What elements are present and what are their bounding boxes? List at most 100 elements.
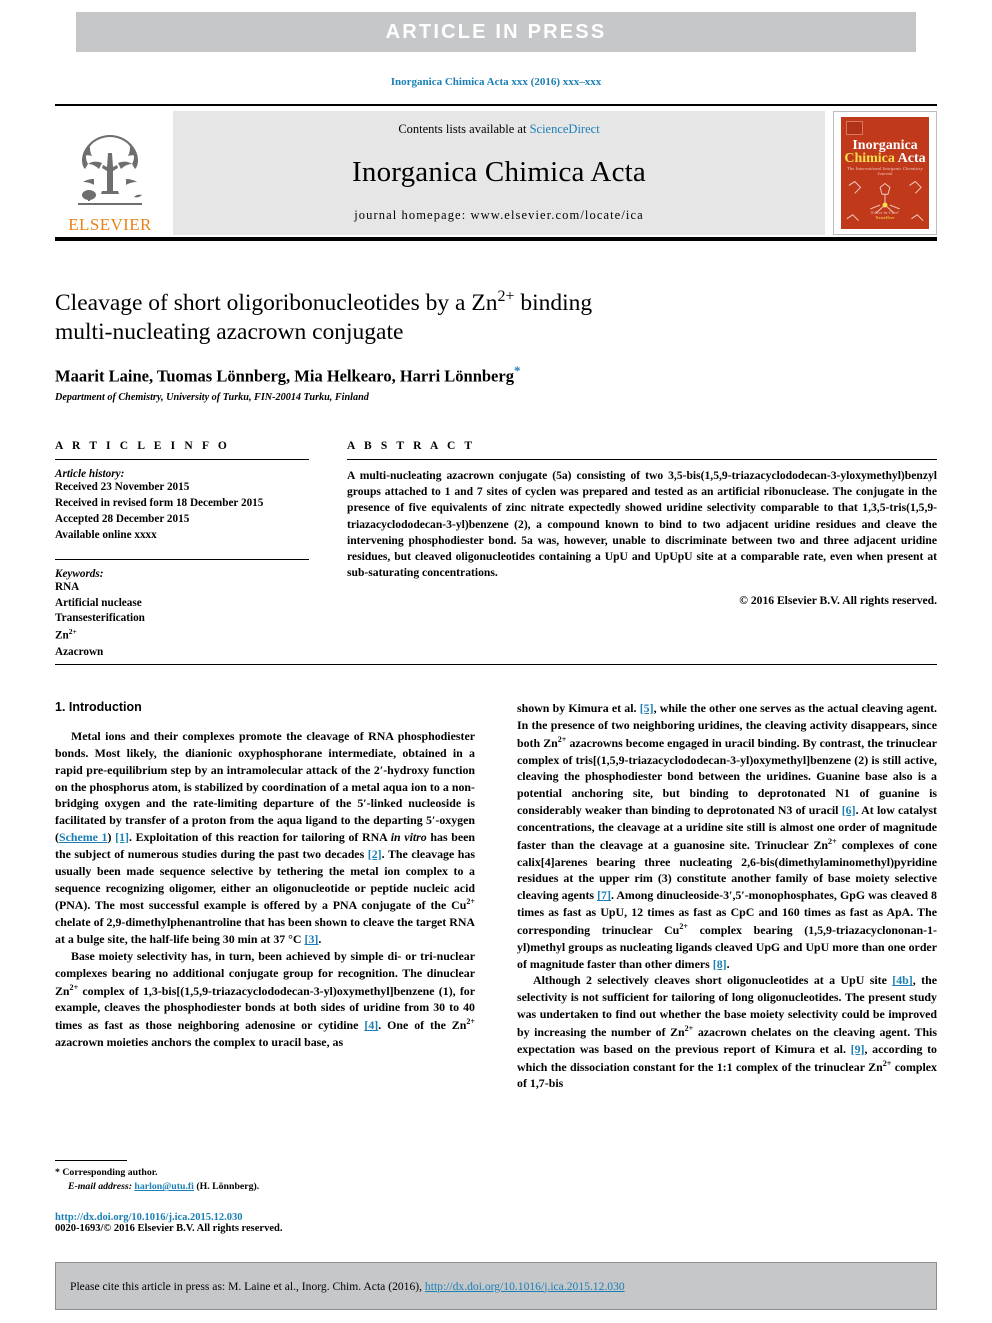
reference-link-2[interactable]: [2] [368, 847, 382, 861]
masthead-center-panel: Contents lists available at ScienceDirec… [173, 111, 825, 235]
cover-artwork: Inorganica Chimica Acta The Internationa… [841, 117, 929, 229]
abstract-compound-5a: 5a [556, 469, 568, 482]
author-affiliation: Department of Chemistry, University of T… [55, 391, 369, 403]
article-title: Cleavage of short oligoribonucleotides b… [55, 287, 705, 347]
reference-link-3[interactable]: [3] [305, 932, 319, 946]
body-left-column: 1. Introduction Metal ions and their com… [55, 700, 475, 1092]
body-columns: 1. Introduction Metal ions and their com… [55, 700, 937, 1092]
keyword-artificial-nuclease: Artificial nuclease [55, 596, 142, 609]
issn-copyright-line: 0020-1693/© 2016 Elsevier B.V. All right… [55, 1223, 283, 1235]
p1-seg-i: chelate of 2,9-dimethylphenantroline tha… [55, 915, 475, 947]
p1-seg-e: ) [107, 830, 116, 845]
journal-cover-thumbnail[interactable]: Inorganica Chimica Acta The Internationa… [833, 111, 937, 235]
masthead-top-rule [55, 104, 937, 106]
author-list: Maarit Laine, Tuomas Lönnberg, Mia Helke… [55, 363, 705, 387]
p2-seg-d: . One of the Zn [378, 1018, 467, 1033]
email-owner: (H. Lönnberg). [196, 1181, 260, 1193]
keywords-rule [55, 558, 309, 560]
abstract-column: A B S T R A C T A multi-nucleating azacr… [325, 440, 937, 661]
scheme-1-link[interactable]: Scheme 1 [59, 830, 108, 844]
body-separator-rule [55, 664, 937, 665]
intro-paragraph-2: Base moiety selectivity has, in turn, be… [55, 948, 475, 1051]
author-names: Maarit Laine, Tuomas Lönnberg, Mia Helke… [55, 366, 514, 386]
history-available-online: Available online xxxx [55, 528, 157, 541]
corresponding-author-note: * Corresponding author. [55, 1166, 475, 1180]
doi-link[interactable]: http://dx.doi.org/10.1016/j.ica.2015.12.… [55, 1212, 475, 1223]
title-block: Cleavage of short oligoribonucleotides b… [55, 287, 705, 403]
cover-title-chimica: Chimica [844, 151, 895, 166]
abstract-text: A multi-nucleating azacrown conjugate (5… [347, 468, 937, 582]
cover-title-acta: Acta [897, 151, 926, 166]
p1-cu-superscript: 2+ [466, 897, 475, 907]
doi-block: http://dx.doi.org/10.1016/j.ica.2015.12.… [55, 1212, 475, 1234]
p1-in-vitro: in vitro [390, 830, 427, 845]
abstract-seg-a: A multi-nucleating azacrown conjugate ( [347, 469, 557, 482]
reference-link-5[interactable]: [5] [640, 701, 654, 715]
reference-link-9[interactable]: [9] [851, 1042, 865, 1056]
keyword-zinc-superscript: 2+ [68, 627, 77, 637]
history-revised: Received in revised form 18 December 201… [55, 496, 264, 509]
abstract-copyright: © 2016 Elsevier B.V. All rights reserved… [739, 593, 937, 607]
article-title-superscript: 2+ [497, 288, 515, 305]
article-in-press-label: ARTICLE IN PRESS [385, 20, 607, 43]
reference-link-1[interactable]: [1] [115, 830, 129, 844]
cite-text: Please cite this article in press as: M.… [70, 1280, 625, 1293]
column-gutter [475, 700, 517, 1092]
intro-paragraph-1: Metal ions and their complexes promote t… [55, 728, 475, 948]
email-note: E-mail address: harlon@utu.fi (H. Lönnbe… [55, 1180, 475, 1194]
cover-title-line2: Chimica Acta [841, 152, 929, 166]
p3-zn-superscript-2: 2+ [828, 836, 837, 846]
journal-masthead: ELSEVIER Contents lists available at Sci… [55, 104, 937, 241]
intro-paragraph-4: Although 2 selectively cleaves short oli… [517, 972, 937, 1092]
p2-zn-superscript-2: 2+ [466, 1017, 475, 1027]
article-info-heading: A R T I C L E I N F O [55, 440, 230, 452]
history-accepted: Accepted 28 December 2015 [55, 512, 190, 525]
sciencedirect-link[interactable]: ScienceDirect [530, 122, 600, 136]
contents-lists-line: Contents lists available at ScienceDirec… [398, 122, 599, 137]
abstract-rule [347, 459, 937, 460]
reference-link-4b[interactable]: [4b] [892, 973, 912, 987]
running-head: Inorganica Chimica Acta xxx (2016) xxx–x… [390, 76, 602, 88]
reference-link-6[interactable]: [6] [842, 803, 856, 817]
p4-zn-superscript-1: 2+ [684, 1023, 694, 1033]
email-address-link[interactable]: harlon@utu.fi [134, 1181, 193, 1192]
p2-zn-superscript-1: 2+ [69, 982, 79, 992]
p2-seg-e: azacrown moieties anchors the complex to… [55, 1035, 344, 1050]
history-received: Received 23 November 2015 [55, 481, 190, 493]
p4-seg-b: selectively cleaves short oligonucleotid… [591, 973, 893, 988]
keyword-zinc-base: Zn [55, 630, 69, 643]
cover-elsevier-badge-icon [846, 121, 863, 135]
page-footnote: * Corresponding author. E-mail address: … [55, 1160, 475, 1234]
abstract-heading: A B S T R A C T [347, 440, 476, 452]
journal-title: Inorganica Chimica Acta [352, 156, 646, 188]
article-in-press-banner: ARTICLE IN PRESS [76, 12, 916, 52]
corresponding-author-text: Corresponding author. [62, 1167, 158, 1178]
keyword-azacrown: Azacrown [55, 645, 104, 658]
p3-seg-l: . [726, 956, 730, 971]
elsevier-wordmark: ELSEVIER [68, 215, 152, 234]
contents-lists-prefix: Contents lists available at [398, 122, 530, 136]
reference-link-8[interactable]: [8] [713, 957, 727, 971]
article-info-rule [55, 459, 309, 460]
p1-seg-f: . Exploitation of this reaction for tail… [128, 830, 391, 845]
cover-footer-bottom: NameHere [875, 215, 895, 220]
info-abstract-region: A R T I C L E I N F O Article history: R… [55, 440, 937, 661]
corresponding-author-marker: * [513, 363, 521, 379]
cite-prefix: Please cite this article in press as: M.… [70, 1279, 425, 1293]
p3-seg-a: shown by Kimura et al. [517, 701, 640, 715]
footnote-star-marker: * [55, 1167, 60, 1178]
article-title-part1: Cleavage of short oligoribonucleotides b… [55, 289, 498, 316]
article-title-part2: multi-nucleating azacrown conjugate [55, 318, 404, 345]
reference-link-4[interactable]: [4] [364, 1018, 378, 1032]
section-heading-introduction: 1. Introduction [55, 700, 142, 714]
reference-link-7[interactable]: [7] [597, 888, 611, 902]
keyword-rna: RNA [55, 580, 80, 593]
journal-homepage-line[interactable]: journal homepage: www.elsevier.com/locat… [354, 208, 644, 223]
p1-seg-j: . [318, 932, 322, 947]
p3-seg-h: . Among dinucleoside-3 [610, 888, 730, 903]
email-address-label: E-mail address: [68, 1181, 132, 1193]
article-title-part1-tail: binding [514, 289, 593, 316]
cite-doi-link[interactable]: http://dx.doi.org/10.1016/j.ica.2015.12.… [425, 1280, 625, 1293]
p2-seg-b: complex of 1,3-bis[(1,5,9-triazacyclodod… [78, 983, 443, 998]
body-right-column: shown by Kimura et al. [5], while the ot… [517, 700, 937, 1092]
